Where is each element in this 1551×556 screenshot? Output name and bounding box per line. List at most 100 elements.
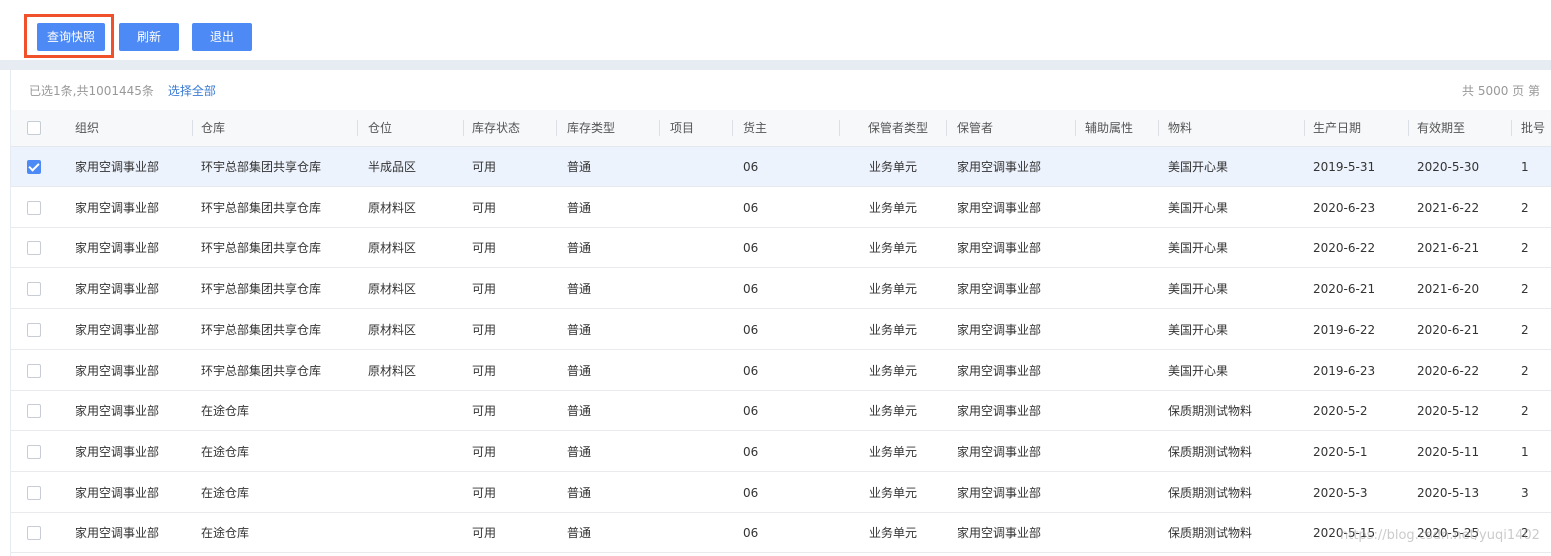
column-separator[interactable]: [1408, 120, 1409, 136]
row-checkbox[interactable]: [27, 241, 41, 256]
table-cell: 可用: [472, 444, 497, 459]
table-cell: 环宇总部集团共享仓库: [201, 363, 322, 378]
column-header[interactable]: 组织: [75, 110, 99, 146]
table-cell: 业务单元: [868, 282, 917, 297]
table-cell: 1: [1521, 160, 1529, 174]
table-cell: 业务单元: [868, 526, 917, 541]
table-cell: 普通: [567, 485, 592, 500]
column-header[interactable]: 批号: [1521, 110, 1545, 146]
row-checkbox[interactable]: [27, 200, 41, 215]
column-header[interactable]: 生产日期: [1313, 110, 1361, 146]
row-checkbox[interactable]: [27, 404, 41, 419]
column-header[interactable]: 仓库: [201, 110, 225, 146]
row-checkbox-checked[interactable]: [27, 160, 41, 174]
table-cell: 可用: [472, 363, 497, 378]
table-cell: 2020-6-22: [1313, 241, 1376, 256]
table-cell: 2020-5-15: [1313, 526, 1376, 541]
column-header[interactable]: 保管者类型: [868, 110, 928, 146]
table-cell: 2020-5-11: [1417, 444, 1480, 459]
row-checkbox[interactable]: [27, 363, 41, 378]
table-cell: 2: [1521, 322, 1529, 337]
table-row[interactable]: 家用空调事业部 环宇总部集团共享仓库 原材料区 可用 普通 06 业务单元 家用空调事业部 美国…: [11, 228, 1551, 269]
table-cell: 2020-5-12: [1417, 404, 1480, 419]
table-cell: 2: [1521, 282, 1529, 297]
exit-button[interactable]: 退出: [192, 23, 252, 51]
table-cell: 2020-5-30: [1417, 160, 1480, 174]
table-cell: 业务单元: [868, 404, 917, 419]
column-separator[interactable]: [732, 120, 733, 136]
table-cell: 业务单元: [868, 322, 917, 337]
table-row[interactable]: 家用空调事业部 环宇总部集团共享仓库 原材料区 可用 普通 06 业务单元 家用空调事业部 美国…: [11, 351, 1551, 391]
column-header[interactable]: 项目: [670, 110, 694, 146]
table-cell: 普通: [567, 200, 592, 215]
column-header[interactable]: 仓位: [368, 110, 392, 146]
table-row[interactable]: 家用空调事业部 环宇总部集团共享仓库 原材料区 可用 普通 06 业务单元 家用空调事业部 美国…: [11, 310, 1551, 350]
table-cell: 家用空调事业部: [75, 526, 160, 541]
column-separator[interactable]: [1511, 120, 1512, 136]
column-header[interactable]: 辅助属性: [1085, 110, 1133, 146]
table-cell: 普通: [567, 404, 592, 419]
table-cell: 环宇总部集团共享仓库: [201, 200, 322, 215]
table-cell: 家用空调事业部: [957, 241, 1042, 256]
table-cell: 2020-5-1: [1313, 444, 1368, 459]
table-row[interactable]: 家用空调事业部 在途仓库 可用 普通 06 业务单元 家用空调事业部 保质期测试物料 2020-…: [11, 473, 1551, 513]
column-header[interactable]: 库存状态: [472, 110, 520, 146]
table-cell: 可用: [472, 485, 497, 500]
table-cell: 业务单元: [868, 444, 917, 459]
column-header[interactable]: 物料: [1168, 110, 1192, 146]
table-cell: 普通: [567, 241, 592, 256]
table-cell: 普通: [567, 160, 592, 174]
table-cell: 3: [1521, 485, 1529, 500]
column-separator[interactable]: [357, 120, 358, 136]
row-checkbox[interactable]: [27, 282, 41, 297]
table-cell: 在途仓库: [201, 444, 250, 459]
column-header[interactable]: 保管者: [957, 110, 993, 146]
table-cell: 06: [743, 241, 759, 256]
column-separator[interactable]: [1158, 120, 1159, 136]
column-separator[interactable]: [839, 120, 840, 136]
column-header[interactable]: 库存类型: [567, 110, 615, 146]
table-row[interactable]: 家用空调事业部 环宇总部集团共享仓库 原材料区 可用 普通 06 业务单元 家用空调事业部 美国…: [11, 269, 1551, 310]
table-cell: 家用空调事业部: [75, 200, 160, 215]
column-header[interactable]: 货主: [743, 110, 767, 146]
table-cell: 2020-5-13: [1417, 485, 1480, 500]
row-checkbox[interactable]: [27, 322, 41, 337]
column-separator[interactable]: [659, 120, 660, 136]
select-all-link[interactable]: 选择全部: [168, 84, 216, 98]
table-cell: 原材料区: [368, 322, 417, 337]
table-cell: 可用: [472, 404, 497, 419]
table-row[interactable]: 家用空调事业部 在途仓库 可用 普通 06 业务单元 家用空调事业部 保质期测试物料 2020-…: [11, 391, 1551, 432]
table-row[interactable]: 家用空调事业部 在途仓库 可用 普通 06 业务单元 家用空调事业部 保质期测试物料 2020-…: [11, 432, 1551, 472]
column-separator[interactable]: [463, 120, 464, 136]
table-cell: 美国开心果: [1168, 322, 1229, 337]
list-panel: 已选1条,共1001445条 选择全部 共 5000 页 第 组织 仓库 仓位 库存状态…: [10, 70, 1551, 556]
table-cell: 保质期测试物料: [1168, 485, 1253, 500]
row-checkbox[interactable]: [27, 444, 41, 459]
column-header[interactable]: 有效期至: [1417, 110, 1465, 146]
table-cell: 保质期测试物料: [1168, 404, 1253, 419]
column-separator[interactable]: [1075, 120, 1076, 136]
table-cell: 原材料区: [368, 241, 417, 256]
table-cell: 普通: [567, 282, 592, 297]
column-separator[interactable]: [1304, 120, 1305, 136]
select-all-checkbox[interactable]: [27, 121, 41, 135]
table-cell: 家用空调事业部: [75, 363, 160, 378]
row-checkbox[interactable]: [27, 485, 41, 500]
table-cell: 2019-6-22: [1313, 322, 1376, 337]
column-separator[interactable]: [192, 120, 193, 136]
table-cell: 2020-5-3: [1313, 485, 1368, 500]
table-cell: 06: [743, 160, 759, 174]
column-separator[interactable]: [946, 120, 947, 136]
table-row[interactable]: 家用空调事业部 在途仓库 可用 普通 06 业务单元 家用空调事业部 保质期测试物料 2020-…: [11, 513, 1551, 554]
table-row[interactable]: 家用空调事业部 环宇总部集团共享仓库 半成品区 可用 普通 06 业务单元 家用空调事业部 美国…: [11, 147, 1551, 187]
row-checkbox[interactable]: [27, 526, 41, 541]
refresh-button[interactable]: 刷新: [119, 23, 179, 51]
table-cell: 普通: [567, 444, 592, 459]
column-separator[interactable]: [556, 120, 557, 136]
table-cell: 06: [743, 322, 759, 337]
table-row[interactable]: 家用空调事业部 环宇总部集团共享仓库 原材料区 可用 普通 06 业务单元 家用空调事业部 美国…: [11, 188, 1551, 228]
table-cell: 在途仓库: [201, 526, 250, 541]
table-cell: 家用空调事业部: [75, 160, 160, 174]
table-cell: 06: [743, 282, 759, 297]
table-cell: 原材料区: [368, 363, 417, 378]
